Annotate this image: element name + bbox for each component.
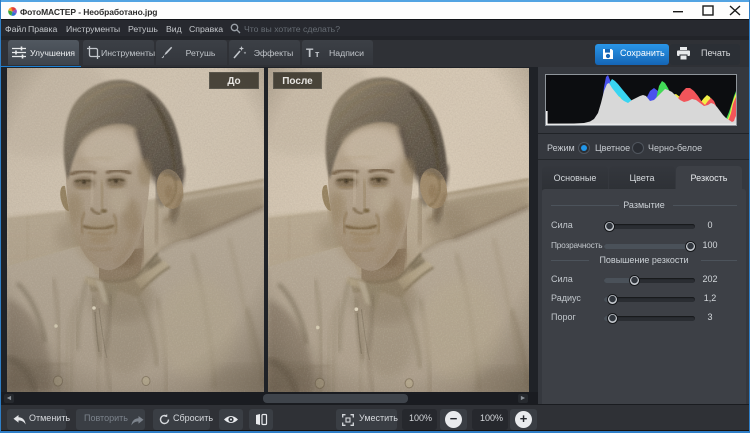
svg-text:T: T (306, 46, 314, 59)
